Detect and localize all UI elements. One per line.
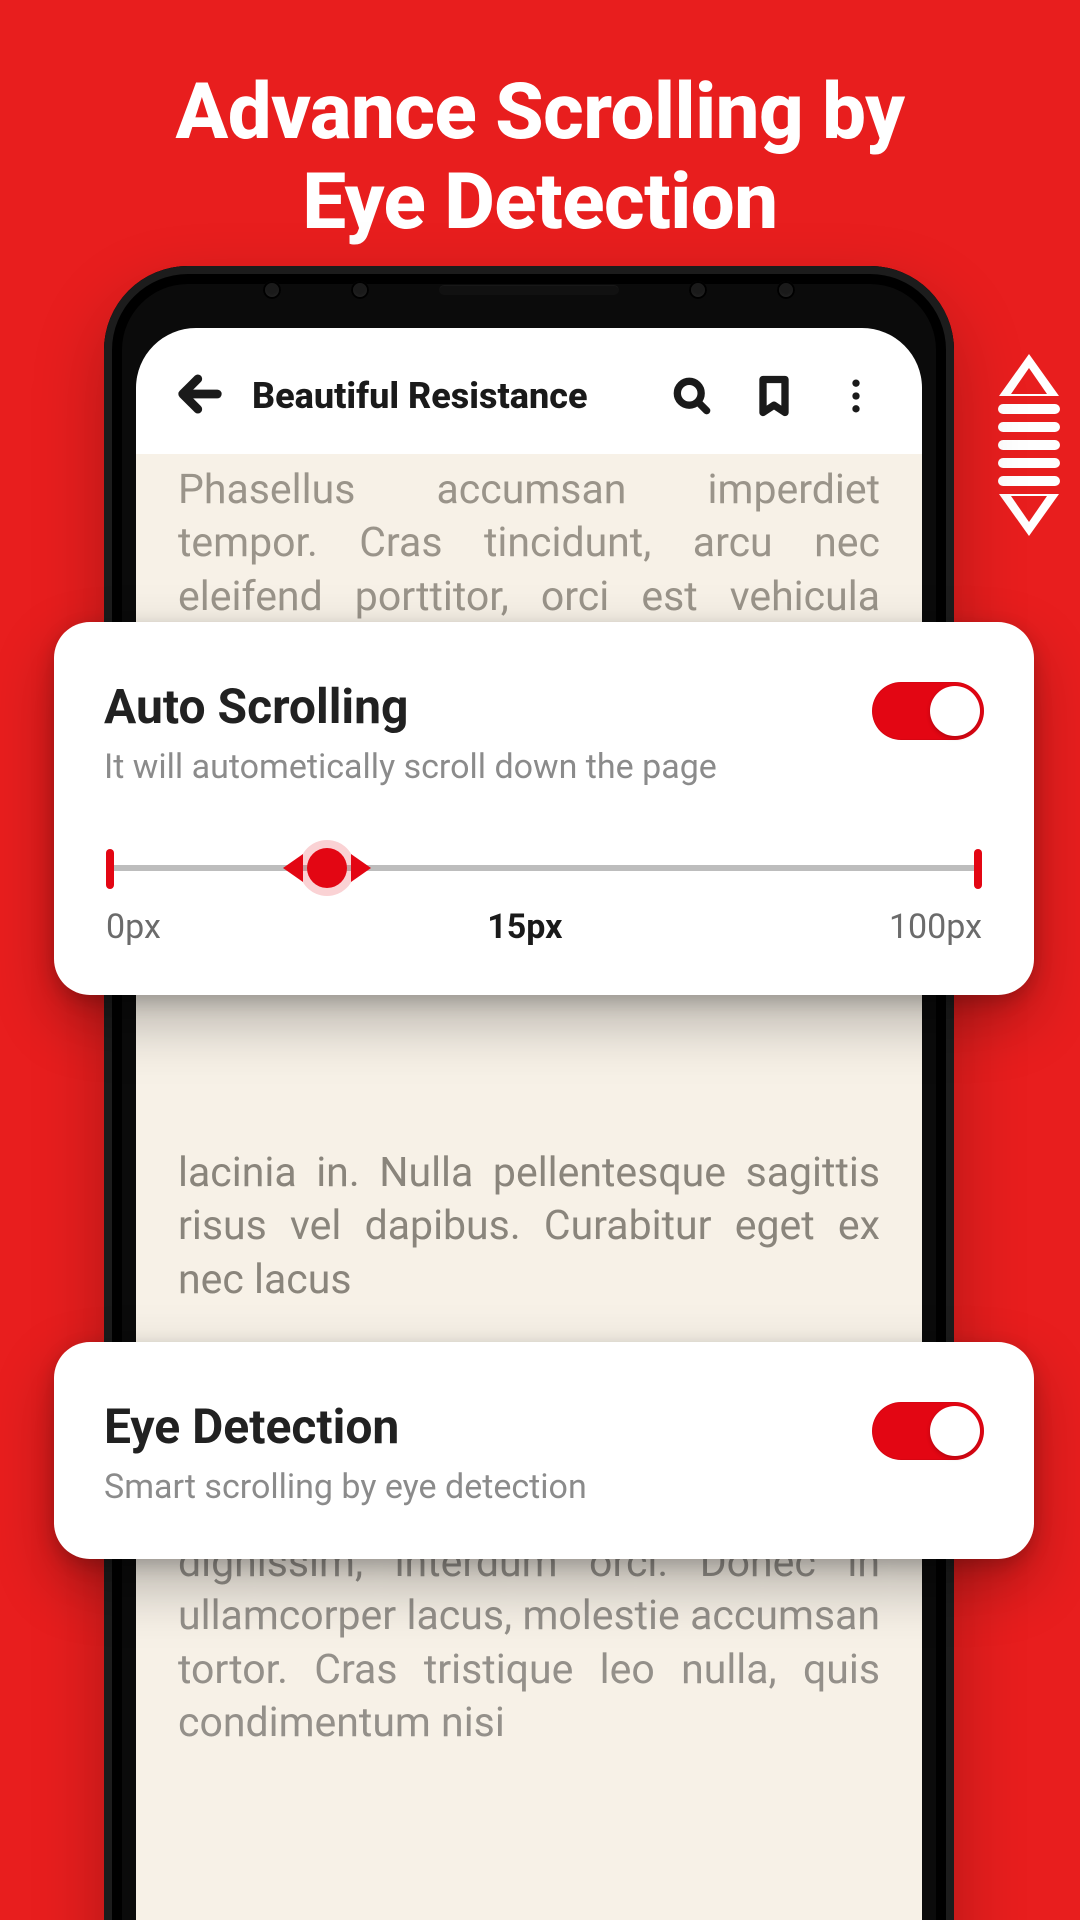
hero-title-line1: Advance Scrolling by <box>175 67 904 158</box>
back-arrow-icon[interactable] <box>174 368 226 424</box>
eye-detection-toggle[interactable] <box>872 1402 984 1460</box>
reader-text-block: lacinia in. Nulla pellentesque sagittis … <box>178 1147 880 1307</box>
bookmark-icon[interactable] <box>746 368 802 424</box>
reader-text-block: dignissim, interdum orci. Donec in ullam… <box>178 1537 880 1750</box>
hero-title-line2: Eye Detection <box>302 157 777 248</box>
eye-detection-card: Eye Detection Smart scrolling by eye det… <box>54 1342 1034 1559</box>
slider-max-label: 100px <box>889 907 982 947</box>
slider-thumb[interactable] <box>307 848 347 888</box>
scroll-indicator-icon <box>992 354 1066 536</box>
more-icon[interactable] <box>828 368 884 424</box>
search-icon[interactable] <box>664 368 720 424</box>
auto-scrolling-subtitle: It will autometically scroll down the pa… <box>104 747 848 787</box>
eye-detection-subtitle: Smart scrolling by eye detection <box>104 1467 848 1507</box>
slider-value-label: 15px <box>487 907 562 947</box>
hero-title: Advance Scrolling by Eye Detection <box>0 0 1080 247</box>
auto-scrolling-toggle[interactable] <box>872 682 984 740</box>
auto-scrolling-card: Auto Scrolling It will autometically scr… <box>54 622 1034 995</box>
speed-slider[interactable]: 0px 15px 100px <box>104 865 984 947</box>
auto-scrolling-title: Auto Scrolling <box>104 678 848 735</box>
phone-sensor-bar <box>104 280 954 300</box>
app-bar: Beautiful Resistance <box>136 328 922 454</box>
document-title: Beautiful Resistance <box>252 375 638 417</box>
phone-mockup: Beautiful Resistance Phasellus accumsan … <box>104 266 954 1920</box>
eye-detection-title: Eye Detection <box>104 1398 848 1455</box>
slider-min-label: 0px <box>106 907 161 947</box>
phone-screen: Beautiful Resistance Phasellus accumsan … <box>136 328 922 1920</box>
